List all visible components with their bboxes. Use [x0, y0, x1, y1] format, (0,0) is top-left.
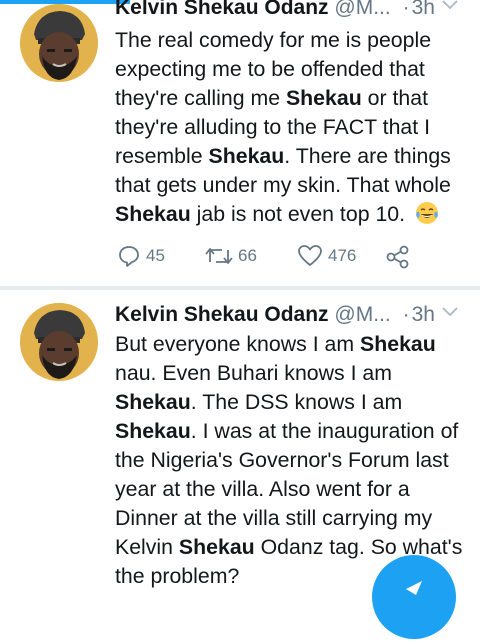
retweet-count: 66: [238, 246, 257, 265]
compose-tweet-button[interactable]: [372, 555, 456, 639]
like-count: 476: [328, 246, 357, 265]
tweet-header: Kelvin Shekau Odanz @M... ·3h: [115, 0, 466, 22]
tweet-text-segment: nau. Even Buhari knows I am: [115, 361, 393, 385]
tweet-text-segment: jab is not even top 10.: [190, 202, 406, 226]
tweet-text-bold: Shekau: [178, 535, 255, 559]
tweet[interactable]: Kelvin Shekau Odanz @M... ·3h The real c…: [0, 0, 480, 286]
caret-down-icon[interactable]: [442, 0, 458, 10]
tears-of-joy-emoji-icon: [416, 202, 438, 224]
tweet[interactable]: Kelvin Shekau Odanz @M... ·3h But everyo…: [0, 290, 480, 591]
author-handle[interactable]: @M...: [334, 303, 390, 326]
like-button[interactable]: 476: [297, 244, 356, 268]
tweet-text-bold: Shekau: [285, 86, 362, 110]
share-button[interactable]: [385, 244, 416, 270]
compose-icon: [406, 581, 422, 595]
tweet-text-bold: Shekau: [360, 332, 436, 356]
tweet-text: The real comedy for me is people expecti…: [115, 26, 467, 229]
tweet-text-segment: . The DSS knows I am: [190, 390, 403, 414]
reply-button[interactable]: 45: [117, 244, 165, 268]
reply-count: 45: [146, 246, 165, 265]
tweet-text-segment: But everyone knows I am: [115, 332, 361, 356]
tweet-header: Kelvin Shekau Odanz @M... ·3h: [115, 301, 466, 329]
separator-dot: ·: [402, 303, 410, 326]
tweet-text-bold: Shekau: [208, 144, 285, 168]
avatar[interactable]: [20, 303, 98, 381]
tweet-text-bold: Shekau: [115, 390, 191, 414]
tweet-actions: 45 66 476: [117, 244, 417, 270]
author-name[interactable]: Kelvin Shekau Odanz: [115, 303, 329, 326]
avatar[interactable]: [20, 4, 98, 82]
caret-down-icon[interactable]: [442, 307, 458, 317]
author-handle[interactable]: @M...: [334, 0, 390, 19]
tweet-text-bold: Shekau: [115, 419, 191, 443]
author-name[interactable]: Kelvin Shekau Odanz: [115, 0, 329, 19]
timestamp[interactable]: 3h: [412, 303, 435, 326]
timestamp[interactable]: 3h: [412, 0, 435, 19]
retweet-button[interactable]: 66: [205, 244, 257, 268]
share-icon: [386, 245, 409, 269]
tweet-text: But everyone knows I am Shekau nau. Even…: [115, 330, 467, 591]
tweet-text-bold: Shekau: [115, 202, 191, 226]
separator-dot: ·: [402, 0, 410, 19]
reply-icon: [119, 246, 139, 267]
retweet-icon: [205, 248, 233, 264]
like-icon: [298, 245, 322, 266]
